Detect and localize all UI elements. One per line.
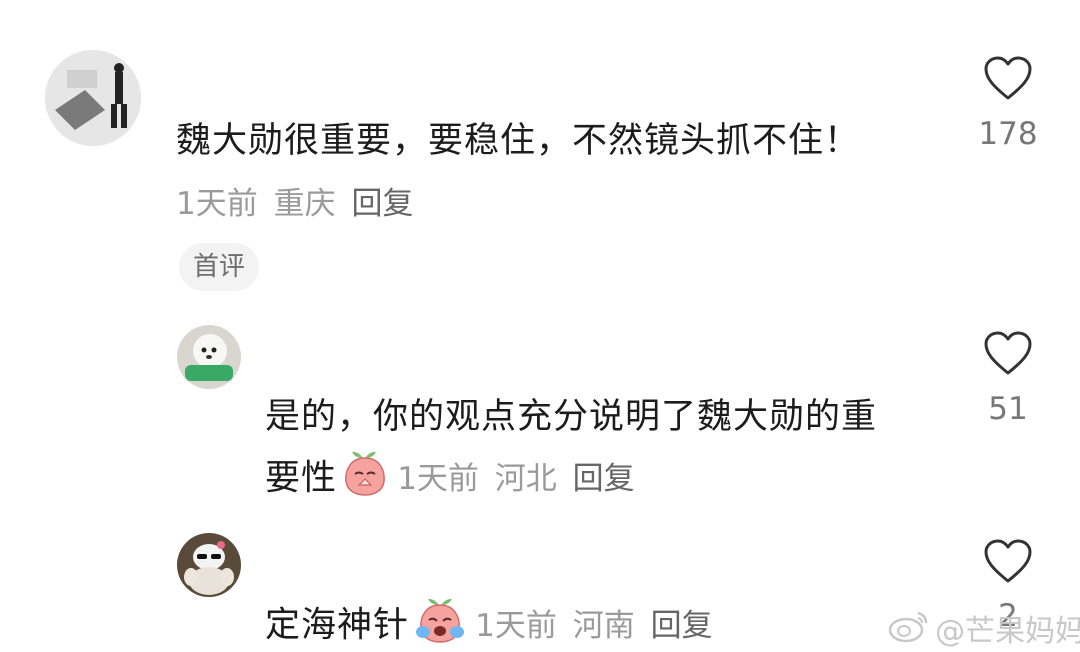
first-comment-badge: 首评 <box>179 243 260 291</box>
reply-button[interactable]: 回复 <box>651 608 713 644</box>
comment-time: 1天前 <box>176 186 258 222</box>
watermark: @芒果妈妈 <box>888 606 1080 650</box>
comment-time: 1天前 <box>397 460 479 497</box>
heart-icon <box>984 539 1032 583</box>
comment-text: 魏大勋很重要，要稳住，不然镜头抓不住！ <box>176 121 861 161</box>
heart-icon <box>984 56 1032 100</box>
like-button[interactable] <box>983 55 1033 105</box>
comment-meta: 1天前 重庆 回复 <box>176 178 413 223</box>
comment-location: 河北 <box>494 460 557 497</box>
avatar[interactable] <box>177 533 241 597</box>
avatar[interactable] <box>177 325 241 389</box>
comment-location: 重庆 <box>273 186 336 222</box>
watermark-text: @芒果妈妈 <box>935 614 1080 649</box>
weibo-logo-icon <box>888 609 930 647</box>
peach-crying-emoji <box>414 596 466 648</box>
like-button[interactable] <box>983 330 1033 380</box>
comment-text: 是的，你的观点充分说明了魏大勋的重 <box>265 397 878 437</box>
comment-row: 定海神针 1天前 河南 回复 <box>265 596 713 648</box>
comment-meta: 1天前 河北 回复 <box>397 461 634 497</box>
peach-praying-emoji <box>342 449 388 501</box>
heart-icon <box>984 331 1032 375</box>
like-count: 51 <box>988 391 1028 427</box>
avatar[interactable] <box>45 50 141 146</box>
like-count: 178 <box>978 116 1038 152</box>
comment-meta: 1天前 河南 回复 <box>475 608 712 644</box>
comment-time: 1天前 <box>475 607 557 644</box>
comment-location: 河南 <box>572 607 635 644</box>
comment-text: 定海神针 <box>265 605 410 646</box>
comment-line2-row: 要性 1天前 河北 回复 <box>265 449 635 501</box>
reply-button[interactable]: 回复 <box>573 461 635 497</box>
like-button[interactable] <box>983 538 1033 588</box>
reply-button[interactable]: 回复 <box>351 186 413 222</box>
comment-text-continued: 要性 <box>265 458 338 499</box>
